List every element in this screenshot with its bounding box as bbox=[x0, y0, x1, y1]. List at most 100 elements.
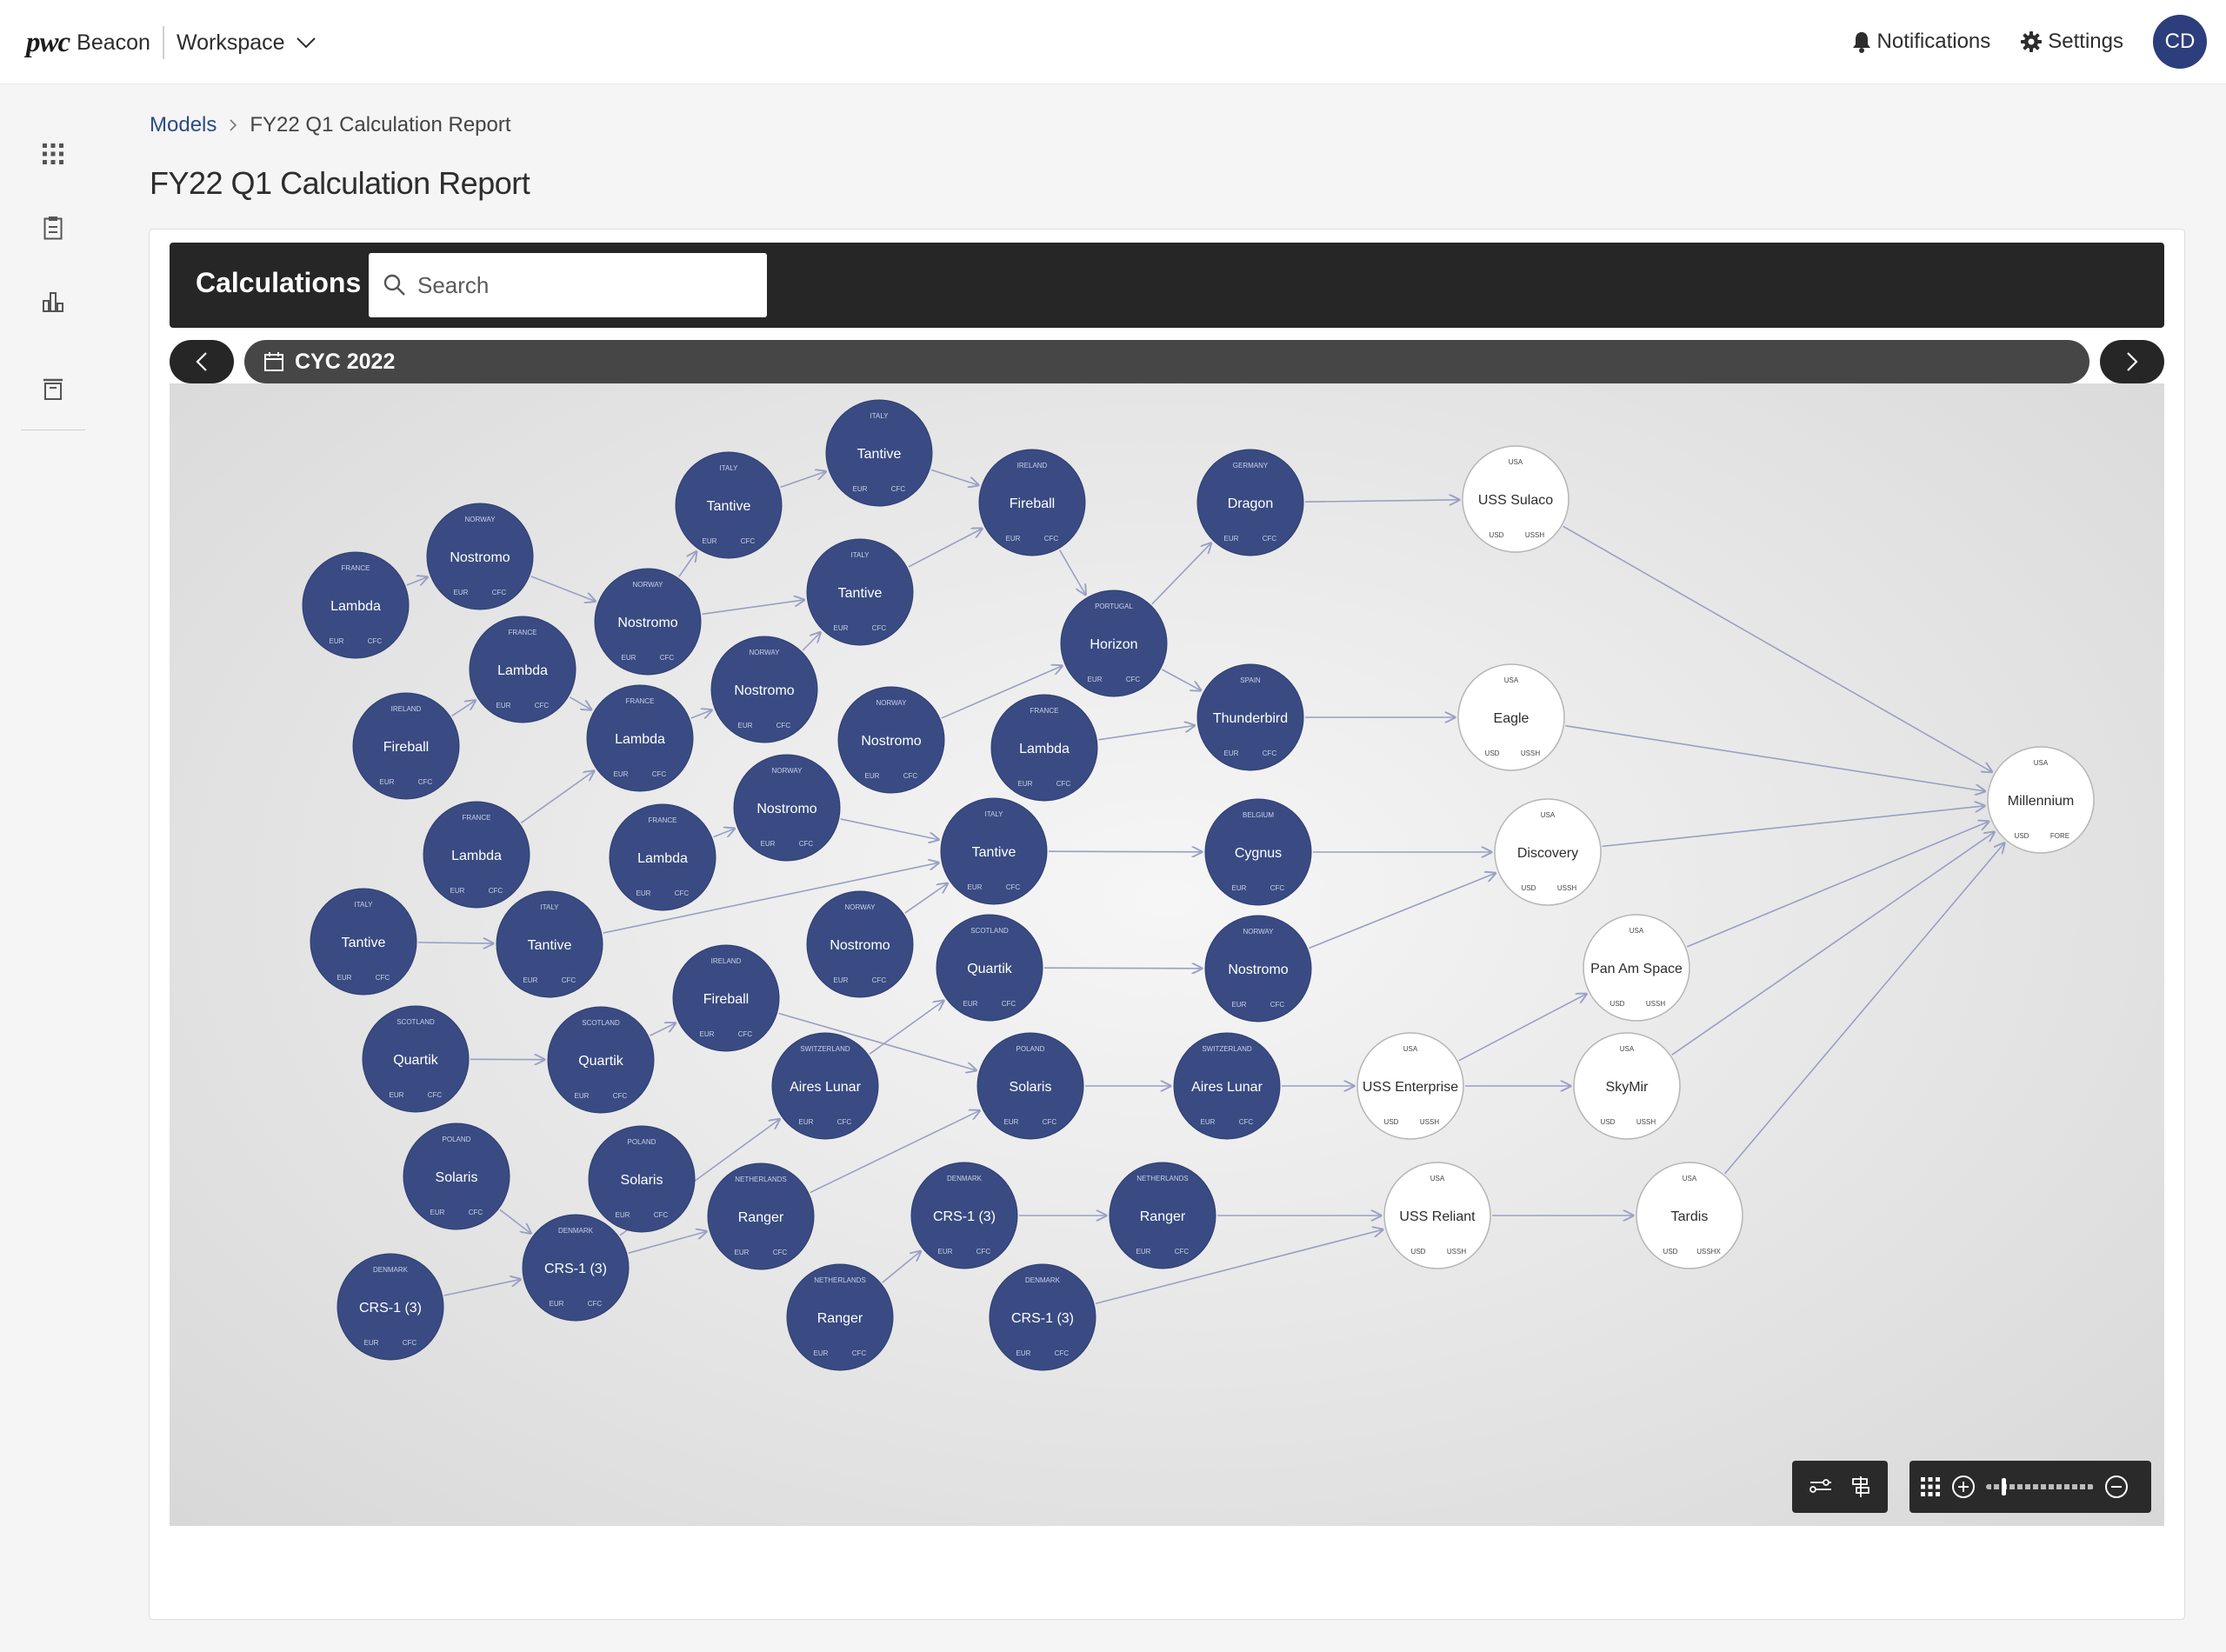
output-node[interactable]: USA USS Sulaco USD USSH bbox=[1462, 445, 1570, 553]
notifications-button[interactable]: Notifications bbox=[1851, 30, 1990, 54]
calculation-node[interactable]: FRANCE Lambda EUR CFC bbox=[586, 684, 694, 792]
node-country: NETHERLANDS bbox=[1136, 1175, 1189, 1182]
calculation-node[interactable]: GERMANY Dragon EUR CFC bbox=[1196, 449, 1304, 556]
calculation-node[interactable]: DENMARK CRS-1 (3) EUR CFC bbox=[989, 1263, 1096, 1371]
calculation-node[interactable]: NORWAY Nostromo EUR CFC bbox=[710, 636, 818, 743]
breadcrumb-models-link[interactable]: Models bbox=[150, 113, 217, 137]
node-code: CFC bbox=[1239, 1118, 1254, 1126]
hierarchy-button[interactable] bbox=[1850, 1475, 1871, 1498]
node-name: Millennium bbox=[2008, 794, 2074, 809]
zoom-slider[interactable] bbox=[1986, 1478, 2094, 1495]
output-node[interactable]: USA SkyMir USD USSH bbox=[1573, 1032, 1681, 1140]
timeline-next-button[interactable] bbox=[2100, 340, 2164, 383]
node-code: CFC bbox=[403, 1339, 417, 1347]
sidebar-item-charts[interactable] bbox=[37, 285, 70, 318]
node-currency: USD bbox=[1411, 1248, 1426, 1256]
calculation-node[interactable]: POLAND Solaris EUR CFC bbox=[588, 1125, 696, 1233]
user-avatar[interactable]: CD bbox=[2153, 15, 2207, 69]
filter-button[interactable] bbox=[1809, 1477, 1833, 1496]
output-node[interactable]: USA USS Reliant USD USSH bbox=[1383, 1162, 1491, 1269]
calculation-node[interactable]: NORWAY Nostromo EUR CFC bbox=[1204, 915, 1312, 1023]
output-node[interactable]: USA Tardis USD USSHX bbox=[1636, 1162, 1743, 1269]
calculation-node[interactable]: FRANCE Lambda EUR CFC bbox=[609, 803, 716, 911]
sidebar-item-archive[interactable] bbox=[37, 372, 70, 405]
node-code: CFC bbox=[872, 624, 887, 632]
calculation-node[interactable]: IRELAND Fireball EUR CFC bbox=[978, 449, 1086, 556]
output-node[interactable]: USA USS Enterprise USD USSH bbox=[1356, 1032, 1464, 1140]
calculation-node[interactable]: FRANCE Lambda EUR CFC bbox=[423, 801, 530, 909]
calculation-node[interactable]: ITALY Tantive EUR CFC bbox=[675, 451, 783, 559]
node-name: Solaris bbox=[1010, 1080, 1052, 1095]
sidebar bbox=[0, 85, 106, 1652]
output-node[interactable]: USA Pan Am Space USD USSH bbox=[1583, 914, 1690, 1022]
zoom-slider-handle[interactable] bbox=[2001, 1478, 2006, 1495]
calculation-node[interactable]: POLAND Solaris EUR CFC bbox=[976, 1032, 1084, 1140]
zoom-out-button[interactable] bbox=[2104, 1475, 2129, 1499]
timeline-bar[interactable]: CYC 2022 bbox=[244, 340, 2089, 383]
node-currency: EUR bbox=[1224, 749, 1239, 757]
search-input[interactable] bbox=[417, 271, 748, 299]
brand[interactable]: pwc Beacon Workspace bbox=[26, 24, 317, 61]
graph-edge bbox=[802, 632, 820, 651]
node-currency: EUR bbox=[330, 637, 344, 645]
calculation-node[interactable]: NORWAY Nostromo EUR CFC bbox=[594, 568, 702, 676]
node-code: CFC bbox=[535, 702, 550, 709]
calculation-node[interactable]: NORWAY Nostromo EUR CFC bbox=[837, 686, 945, 794]
calculation-node[interactable]: DENMARK CRS-1 (3) EUR CFC bbox=[522, 1214, 630, 1322]
node-currency: USD bbox=[1522, 884, 1536, 892]
graph-edge bbox=[1151, 543, 1211, 605]
calculation-node[interactable]: FRANCE Lambda EUR CFC bbox=[469, 616, 576, 723]
calculation-node[interactable]: DENMARK CRS-1 (3) EUR CFC bbox=[910, 1162, 1018, 1269]
node-code: CFC bbox=[1055, 1349, 1070, 1357]
calculation-node[interactable]: NORWAY Nostromo EUR CFC bbox=[733, 754, 841, 862]
node-name: Lambda bbox=[637, 851, 688, 866]
calculation-node[interactable]: ITALY Tantive EUR CFC bbox=[940, 797, 1048, 905]
calculation-node[interactable]: ITALY Tantive EUR CFC bbox=[496, 890, 603, 998]
calculation-node[interactable]: SCOTLAND Quartik EUR CFC bbox=[547, 1006, 655, 1114]
sidebar-item-grid[interactable] bbox=[37, 137, 70, 170]
grid-view-button[interactable] bbox=[1920, 1476, 1941, 1497]
calculation-node[interactable]: FRANCE Lambda EUR CFC bbox=[990, 694, 1098, 802]
node-currency: EUR bbox=[703, 537, 717, 545]
calculation-graph[interactable]: FRANCELambdaEUR CFCNORWAYNostromoEUR CFCFR… bbox=[170, 383, 2164, 1526]
workspace-dropdown[interactable]: Workspace bbox=[177, 30, 317, 56]
calculation-node[interactable]: SCOTLAND Quartik EUR CFC bbox=[362, 1005, 470, 1113]
calculation-node[interactable]: NORWAY Nostromo EUR CFC bbox=[426, 503, 534, 610]
calculation-node[interactable]: SWITZERLAND Aires Lunar EUR CFC bbox=[771, 1032, 879, 1140]
calculation-node[interactable]: NETHERLANDS Ranger EUR CFC bbox=[786, 1263, 894, 1371]
calculation-node[interactable]: NETHERLANDS Ranger EUR CFC bbox=[707, 1162, 815, 1270]
node-currency: EUR bbox=[853, 485, 868, 493]
calculation-node[interactable]: ITALY Tantive EUR CFC bbox=[806, 538, 914, 646]
calculation-node[interactable]: FRANCE Lambda EUR CFC bbox=[302, 551, 410, 659]
graph-edge bbox=[520, 771, 594, 824]
calculation-node[interactable]: SPAIN Thunderbird EUR CFC bbox=[1196, 663, 1304, 771]
calculation-node[interactable]: NETHERLANDS Ranger EUR CFC bbox=[1109, 1162, 1216, 1269]
output-node[interactable]: USA Eagle USD USSH bbox=[1457, 663, 1565, 771]
calculation-node[interactable]: IRELAND Fireball EUR CFC bbox=[352, 692, 460, 800]
calculation-node[interactable]: DENMARK CRS-1 (3) EUR CFC bbox=[337, 1253, 444, 1361]
zoom-in-button[interactable] bbox=[1951, 1475, 1976, 1499]
node-code: CFC bbox=[1270, 1001, 1285, 1009]
graph-canvas[interactable]: FRANCE Lambda EUR CFC NORWAY Nostromo EUR CFC FR… bbox=[170, 383, 2164, 1526]
search-box[interactable] bbox=[369, 253, 767, 317]
node-code: USSH bbox=[1525, 531, 1544, 539]
calculation-node[interactable]: SWITZERLAND Aires Lunar EUR CFC bbox=[1173, 1032, 1281, 1140]
calculation-node[interactable]: BELGIUM Cygnus EUR CFC bbox=[1204, 798, 1312, 906]
graph-edge bbox=[1098, 725, 1194, 741]
calculation-node[interactable]: IRELAND Fireball EUR CFC bbox=[672, 944, 780, 1052]
calculation-node[interactable]: SCOTLAND Quartik EUR CFC bbox=[936, 914, 1043, 1022]
settings-button[interactable]: Settings bbox=[2020, 30, 2123, 54]
node-country: NORWAY bbox=[876, 699, 908, 707]
output-node[interactable]: USA Discovery USD USSH bbox=[1494, 798, 1602, 906]
calculation-node[interactable]: PORTUGAL Horizon EUR CFC bbox=[1060, 590, 1168, 697]
calculation-node[interactable]: ITALY Tantive EUR CFC bbox=[310, 888, 417, 996]
calculation-node[interactable]: NORWAY Nostromo EUR CFC bbox=[806, 890, 914, 998]
output-node[interactable]: USA Millennium USD FORE bbox=[1987, 746, 2095, 854]
graph-edge bbox=[908, 529, 982, 568]
calculation-node[interactable]: POLAND Solaris EUR CFC bbox=[403, 1122, 510, 1230]
sidebar-item-clipboard[interactable] bbox=[37, 211, 70, 244]
calculation-node[interactable]: ITALY Tantive EUR CFC bbox=[825, 399, 933, 507]
node-code: USSH bbox=[1521, 749, 1540, 757]
timeline-prev-button[interactable] bbox=[170, 340, 234, 383]
graph-edge bbox=[780, 471, 826, 489]
